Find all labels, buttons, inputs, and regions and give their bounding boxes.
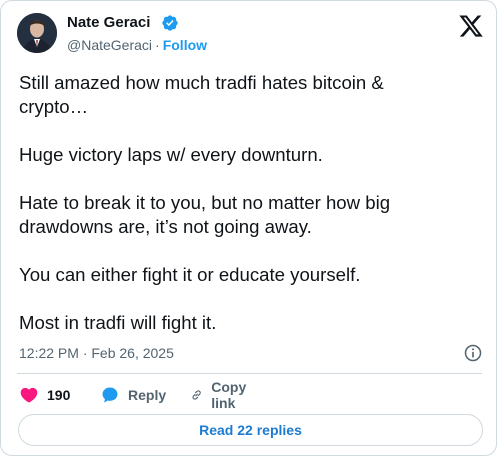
tweet-paragraph: You can either fight it or educate yours… (19, 264, 361, 285)
reply-button[interactable]: Reply (100, 384, 166, 406)
reply-label: Reply (128, 387, 167, 403)
like-count: 190 (47, 387, 71, 403)
follow-button[interactable]: Follow (163, 37, 207, 53)
tweet-card: Nate Geraci @NateGeraci · Follow Still ama… (0, 0, 497, 456)
tweet-paragraph: Hate to break it to you, but no matter h… (19, 192, 391, 237)
author-name[interactable]: Nate Geraci (67, 14, 150, 31)
tweet-text: Still amazed how much tradfi hates bitco… (19, 71, 481, 359)
copy-link-label: Copy link (211, 379, 247, 411)
reply-bubble-icon (102, 387, 118, 403)
tweet-timestamp[interactable]: 12:22 PM · Feb 26, 2025 (19, 345, 174, 361)
tweet-paragraph: Most in tradfi will fight it. (19, 312, 217, 333)
copy-link-button[interactable]: Copy link (190, 379, 253, 411)
handle-row: @NateGeraci · Follow (67, 37, 207, 53)
x-logo-icon[interactable] (458, 13, 484, 39)
read-replies-button[interactable]: Read 22 replies (18, 414, 483, 446)
verified-badge-icon (162, 15, 178, 31)
info-icon[interactable] (463, 343, 483, 363)
link-icon (192, 390, 201, 400)
tweet-paragraph: Still amazed how much tradfi hates bitco… (19, 72, 384, 117)
heart-icon (20, 387, 38, 403)
avatar[interactable] (17, 13, 57, 53)
divider (17, 373, 482, 374)
like-button[interactable]: 190 (19, 384, 70, 406)
tweet-paragraph: Huge victory laps w/ every downturn. (19, 144, 323, 165)
separator-dot: · (155, 37, 160, 53)
author-handle[interactable]: @NateGeraci (67, 37, 152, 53)
